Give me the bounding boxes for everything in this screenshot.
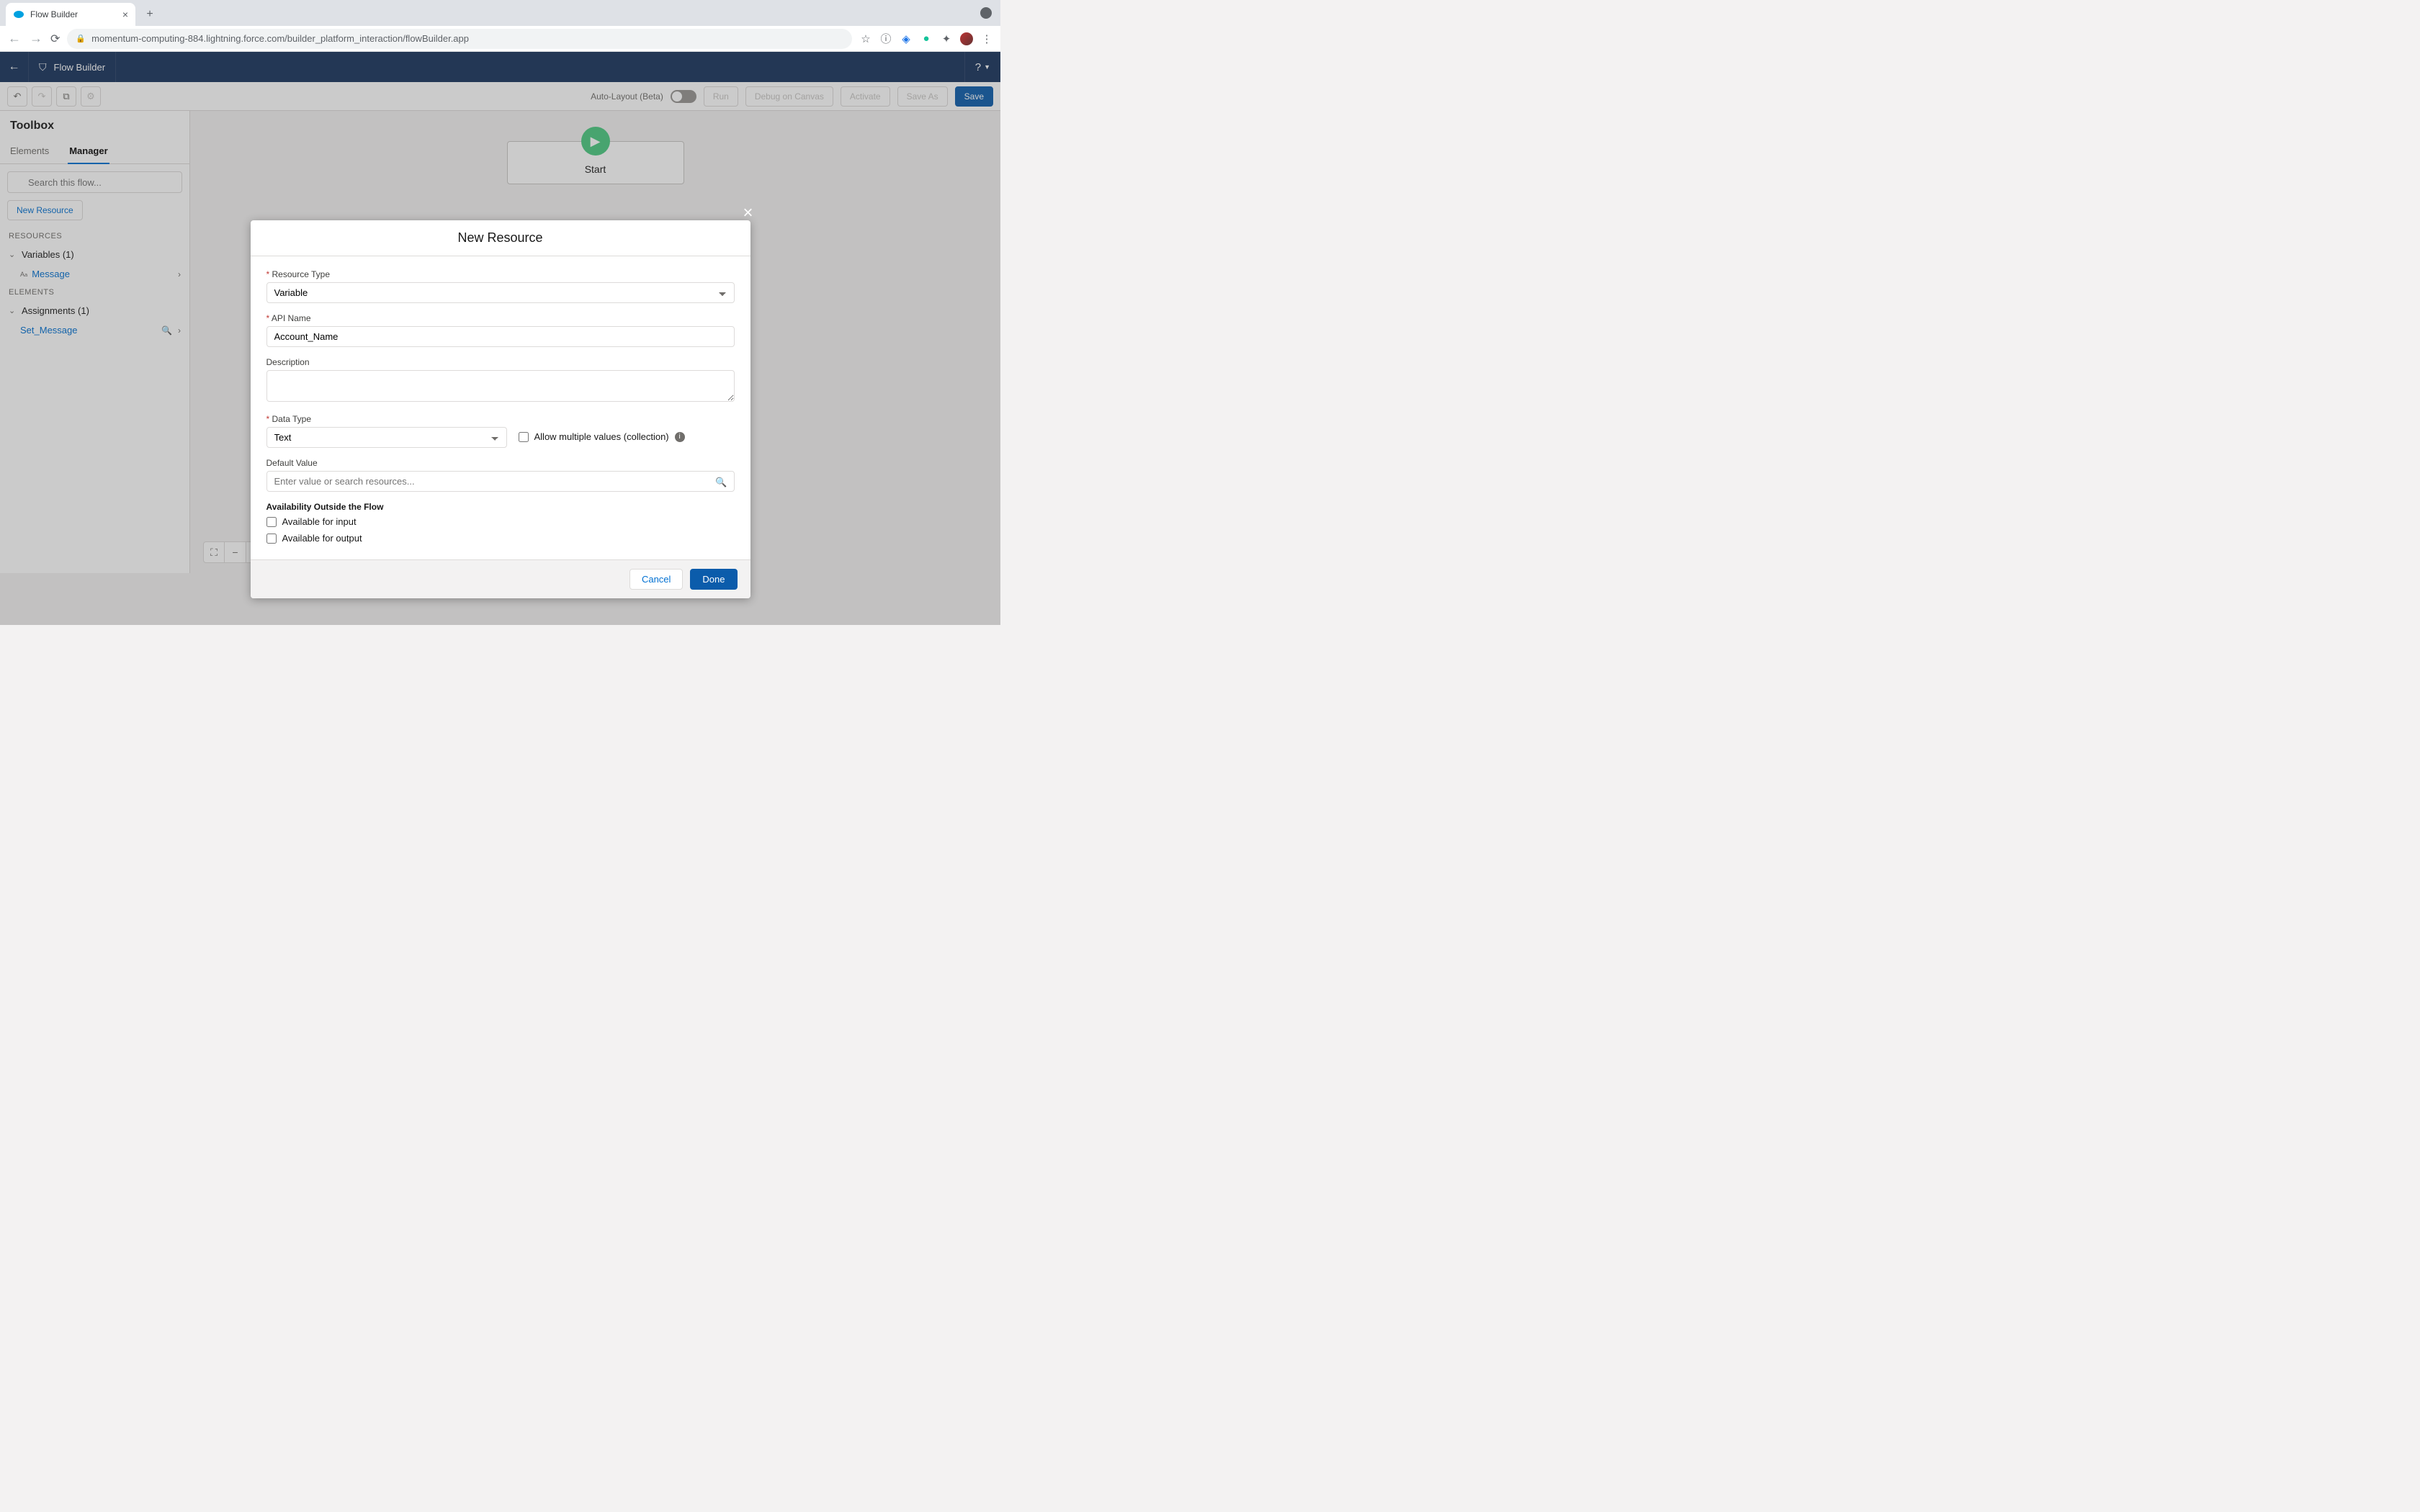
data-type-select[interactable]: Text: [266, 427, 507, 448]
cancel-button[interactable]: Cancel: [629, 569, 683, 590]
description-label: Description: [266, 357, 735, 367]
extensions-icon[interactable]: ✦: [940, 32, 953, 45]
browser-tab-strip: Flow Builder × +: [0, 0, 1000, 26]
star-icon[interactable]: ☆: [859, 32, 872, 45]
api-name-label: * API Name: [266, 313, 735, 323]
extension-icon-1[interactable]: ◈: [900, 32, 913, 45]
available-for-output-label: Available for output: [282, 533, 362, 544]
reload-icon[interactable]: ⟳: [50, 32, 60, 46]
profile-avatar-icon[interactable]: [960, 32, 973, 45]
lock-icon: 🔒: [76, 34, 86, 43]
new-resource-modal: × New Resource * Resource Type Variable …: [251, 220, 750, 598]
available-for-input-label: Available for input: [282, 516, 357, 527]
browser-tab-title: Flow Builder: [30, 9, 117, 19]
available-for-input-checkbox[interactable]: [266, 517, 277, 527]
resource-type-label: * Resource Type: [266, 269, 735, 279]
back-icon[interactable]: ←: [7, 31, 22, 46]
close-icon[interactable]: ×: [122, 9, 128, 20]
data-type-label: * Data Type: [266, 414, 507, 424]
chrome-menu-icon[interactable]: ⋮: [980, 32, 993, 45]
forward-icon: →: [29, 31, 43, 46]
browser-toolbar: ← → ⟳ 🔒 momentum-computing-884.lightning…: [0, 26, 1000, 52]
extension-icon-2[interactable]: ●: [920, 32, 933, 45]
chrome-user-menu[interactable]: [980, 7, 992, 19]
default-value-label: Default Value: [266, 458, 735, 468]
salesforce-favicon: [13, 9, 24, 20]
info-icon[interactable]: ⓘ: [879, 32, 892, 45]
allow-multiple-checkbox[interactable]: [519, 432, 529, 442]
default-value-input[interactable]: [266, 471, 735, 492]
modal-close-button[interactable]: ×: [743, 203, 753, 223]
done-button[interactable]: Done: [690, 569, 737, 590]
description-textarea[interactable]: [266, 370, 735, 402]
resource-type-select[interactable]: Variable: [266, 282, 735, 303]
info-icon[interactable]: i: [675, 432, 685, 442]
modal-title: New Resource: [251, 220, 750, 256]
address-bar[interactable]: 🔒 momentum-computing-884.lightning.force…: [67, 29, 852, 49]
allow-multiple-label: Allow multiple values (collection): [534, 431, 669, 442]
available-for-output-checkbox[interactable]: [266, 534, 277, 544]
api-name-input[interactable]: [266, 326, 735, 347]
url-text: momentum-computing-884.lightning.force.c…: [91, 33, 469, 44]
search-icon: 🔍: [715, 477, 727, 488]
new-tab-button[interactable]: +: [140, 4, 160, 24]
browser-tab[interactable]: Flow Builder ×: [6, 3, 135, 26]
availability-heading: Availability Outside the Flow: [266, 502, 735, 512]
